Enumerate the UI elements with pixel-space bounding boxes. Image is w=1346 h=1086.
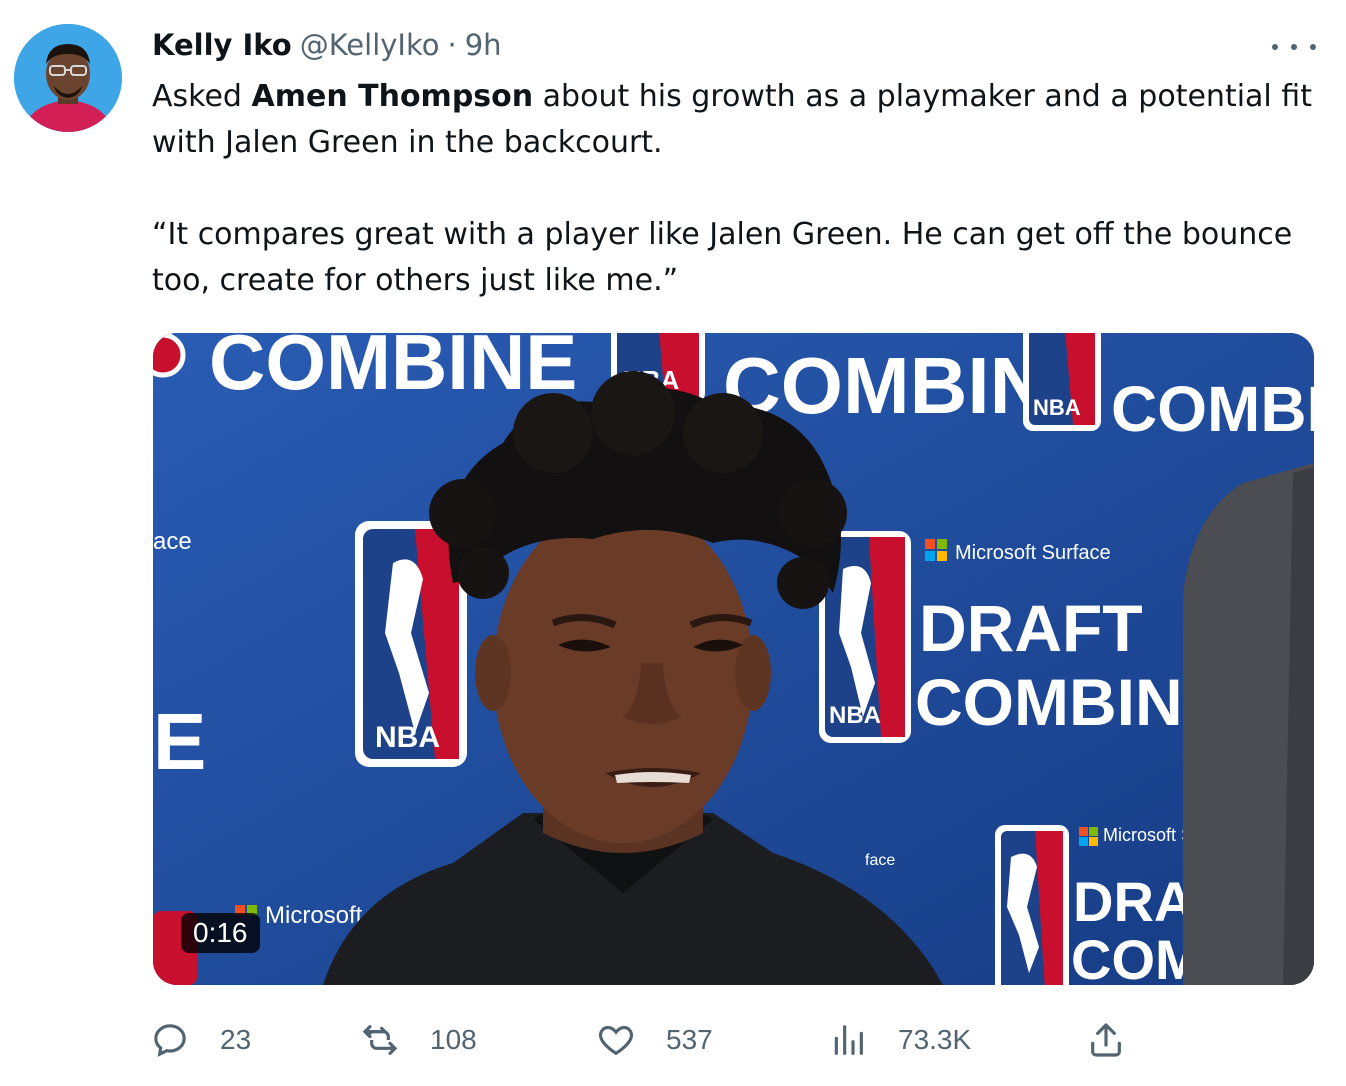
tweet-header: Kelly Iko @KellyIko · 9h [152, 28, 502, 68]
views-count: 73.3K [898, 1024, 972, 1055]
backdrop-combine-4: COMBINE [915, 665, 1227, 739]
more-dot [1291, 44, 1297, 50]
video-frame: COMBINE NBA COMBINE NBA COMBINE ace E NB… [153, 333, 1314, 985]
more-dot [1272, 44, 1278, 50]
video-player[interactable]: COMBINE NBA COMBINE NBA COMBINE ace E NB… [153, 333, 1314, 985]
backdrop-nba-4: NBA [829, 702, 881, 729]
like-button[interactable]: 537 [596, 1012, 713, 1068]
more-dot [1310, 44, 1316, 50]
avatar[interactable] [14, 24, 122, 132]
reply-icon [150, 1020, 190, 1060]
retweet-icon [360, 1020, 400, 1060]
backdrop-draft-1: DRAFT [919, 591, 1143, 665]
tweet-text-line1: Asked Amen Thompson about his growth as … [152, 74, 1322, 166]
backdrop-nba-3: NBA [375, 721, 440, 754]
backdrop-ace: ace [153, 528, 192, 555]
backdrop-microsoft: Microsoft [265, 902, 363, 929]
tweet-quote: “It compares great with a player like Ja… [152, 217, 1293, 298]
more-options-icon[interactable] [1272, 40, 1316, 54]
timestamp[interactable]: 9h [465, 28, 502, 62]
video-duration: 0:16 [181, 913, 260, 953]
backdrop-ms-surface: Microsoft Surface [955, 542, 1111, 564]
retweet-count: 108 [430, 1024, 477, 1055]
action-bar: 23 108 537 73.3K [150, 1012, 1150, 1068]
share-icon [1086, 1020, 1126, 1060]
backdrop-nba-2: NBA [1033, 395, 1081, 420]
handle[interactable]: @KellyIko [300, 28, 440, 62]
backdrop-combine-1: COMBINE [209, 333, 577, 406]
retweet-button[interactable]: 108 [360, 1012, 477, 1068]
tweet: Kelly Iko @KellyIko · 9h Asked Amen Thom… [0, 0, 1346, 1086]
separator: · [447, 28, 457, 62]
views-button[interactable]: 73.3K [828, 1012, 971, 1068]
tweet-text: Asked Amen Thompson about his growth as … [152, 74, 1322, 304]
reply-count: 23 [220, 1024, 252, 1055]
views-icon [828, 1020, 868, 1060]
heart-icon [596, 1020, 636, 1060]
backdrop-combine-3: COMBINE [1111, 373, 1314, 445]
backdrop-face: face [865, 852, 895, 869]
reply-button[interactable]: 23 [150, 1012, 251, 1068]
text-prefix: Asked [152, 79, 252, 114]
display-name[interactable]: Kelly Iko [152, 28, 292, 62]
mention-name: Amen Thompson [251, 79, 534, 114]
backdrop-e: E [153, 697, 206, 786]
share-button[interactable] [1086, 1012, 1126, 1068]
like-count: 537 [666, 1024, 713, 1055]
